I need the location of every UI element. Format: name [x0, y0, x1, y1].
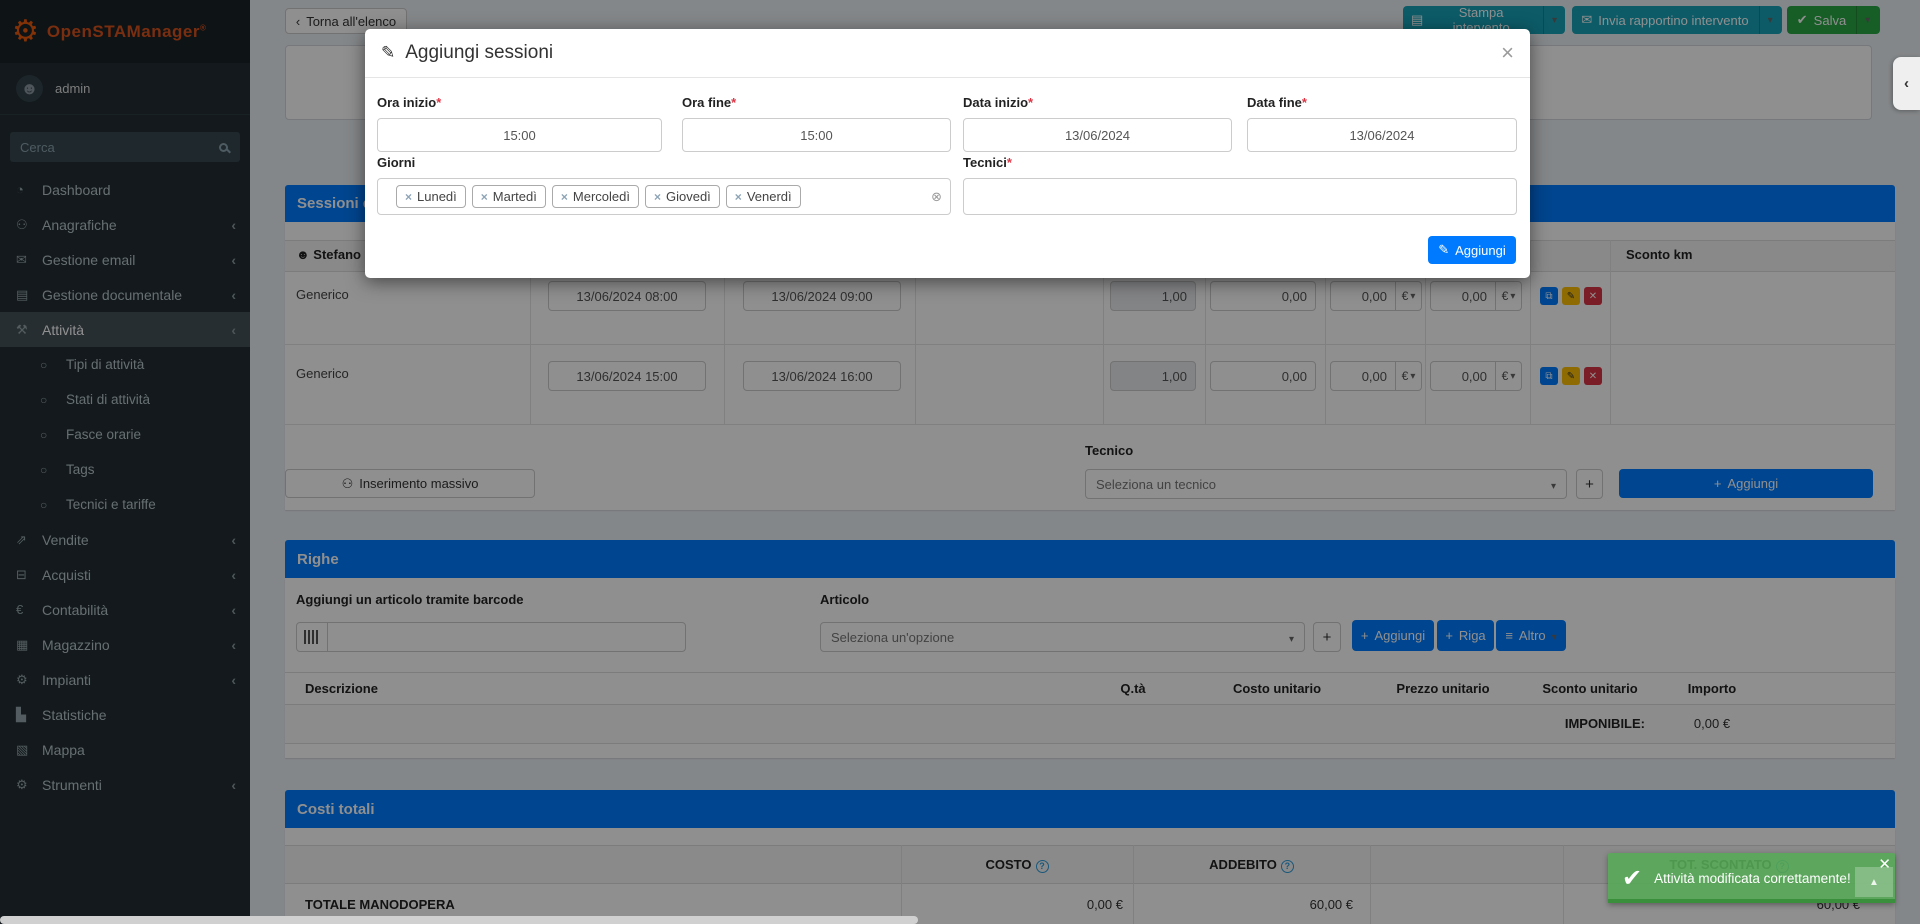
ora-fine-input[interactable]: 15:00: [682, 118, 951, 152]
ora-inizio-input[interactable]: 15:00: [377, 118, 662, 152]
tecnici-multiselect[interactable]: [963, 178, 1517, 215]
tecnici-label: Tecnici*: [963, 155, 1012, 170]
data-inizio-input[interactable]: 13/06/2024: [963, 118, 1232, 152]
day-tag[interactable]: ×Mercoledì: [552, 185, 639, 208]
pencil-square-icon: ✎: [1438, 242, 1449, 258]
ora-fine-label: Ora fine*: [682, 95, 736, 110]
check-icon: ✔: [1622, 864, 1642, 893]
day-tags: ×Lunedì ×Martedì ×Mercoledì ×Giovedì ×Venerd…: [378, 179, 950, 208]
page: { "app": {"title": "OpenSTAManager", "lo…: [0, 0, 1920, 924]
ora-inizio-label: Ora inizio*: [377, 95, 441, 110]
success-toast: ✔ Attività modificata correttamente! ▲ ✕: [1608, 853, 1895, 903]
pencil-icon: ✎: [381, 43, 395, 63]
data-fine-input[interactable]: 13/06/2024: [1247, 118, 1517, 152]
modal-header: ✎ Aggiungi sessioni ×: [365, 29, 1530, 78]
clear-selection-icon[interactable]: ⊗: [931, 189, 942, 205]
remove-tag-icon[interactable]: ×: [561, 190, 568, 204]
horizontal-scrollbar-thumb[interactable]: [0, 916, 918, 924]
day-tag[interactable]: ×Venerdì: [726, 185, 801, 208]
remove-tag-icon[interactable]: ×: [654, 190, 661, 204]
data-inizio-label: Data inizio*: [963, 95, 1033, 110]
toast-close-icon[interactable]: ✕: [1878, 855, 1891, 873]
modal-submit-button[interactable]: ✎Aggiungi: [1428, 236, 1516, 264]
modal-close-button[interactable]: ×: [1501, 42, 1514, 64]
side-panel-toggle[interactable]: ‹: [1893, 57, 1920, 110]
modal-title: Aggiungi sessioni: [405, 42, 553, 64]
day-tag[interactable]: ×Martedì: [472, 185, 546, 208]
add-sessions-modal: ✎ Aggiungi sessioni × Ora inizio* Ora fi…: [365, 29, 1530, 278]
remove-tag-icon[interactable]: ×: [735, 190, 742, 204]
remove-tag-icon[interactable]: ×: [405, 190, 412, 204]
giorni-multiselect[interactable]: ×Lunedì ×Martedì ×Mercoledì ×Giovedì ×Venerd…: [377, 178, 951, 215]
day-tag[interactable]: ×Lunedì: [396, 185, 466, 208]
toast-progress-bar: [1608, 899, 1895, 903]
giorni-label: Giorni: [377, 155, 415, 170]
toast-message: Attività modificata correttamente!: [1654, 871, 1851, 886]
day-tag[interactable]: ×Giovedì: [645, 185, 720, 208]
remove-tag-icon[interactable]: ×: [481, 190, 488, 204]
data-fine-label: Data fine*: [1247, 95, 1307, 110]
